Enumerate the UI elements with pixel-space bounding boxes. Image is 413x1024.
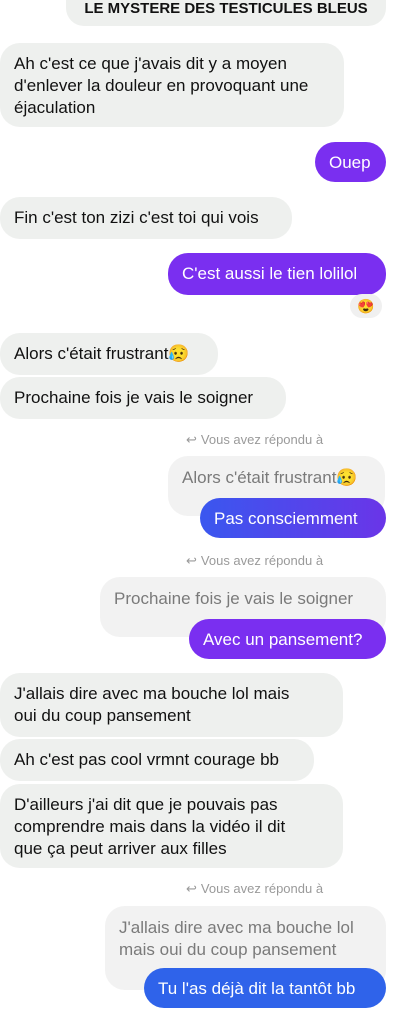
message-received[interactable]: Ah c'est pas cool vrmnt courage bb [0, 739, 314, 781]
message-received[interactable]: Alors c'était frustrant😥 [0, 333, 218, 375]
reply-arrow-icon: ↩ [186, 553, 197, 568]
message-sent[interactable]: Ouep [315, 142, 386, 182]
reply-arrow-icon: ↩ [186, 432, 197, 447]
message-sent[interactable]: C'est aussi le tien lolilol [168, 253, 386, 295]
reply-arrow-icon: ↩ [186, 881, 197, 896]
message-sent[interactable]: Tu l'as déjà dit la tantôt bb [144, 968, 386, 1008]
message-received[interactable]: Prochaine fois je vais le soigner [0, 377, 286, 419]
heart-eyes-icon: 😍 [357, 297, 375, 314]
message-received[interactable]: Fin c'est ton zizi c'est toi qui vois [0, 197, 292, 239]
chat-title: LE MYSTERE DES TESTICULES BLEUS [84, 0, 368, 17]
pinned-title-bubble: LE MYSTERE DES TESTICULES BLEUS [66, 0, 386, 26]
reply-note: ↩ Vous avez répondu à [186, 553, 324, 568]
message-received[interactable]: J'allais dire avec ma bouche lol mais ou… [0, 673, 343, 737]
message-sent[interactable]: Pas consciemment [200, 498, 386, 538]
message-received[interactable]: D'ailleurs j'ai dit que je pouvais pas c… [0, 784, 343, 868]
message-received[interactable]: Ah c'est ce que j'avais dit y a moyen d'… [0, 43, 344, 127]
reaction-badge[interactable]: 😍 [350, 294, 382, 318]
message-sent[interactable]: Avec un pansement? [189, 619, 386, 659]
reply-note: ↩ Vous avez répondu à [186, 881, 324, 896]
reply-note: ↩ Vous avez répondu à [186, 432, 324, 447]
